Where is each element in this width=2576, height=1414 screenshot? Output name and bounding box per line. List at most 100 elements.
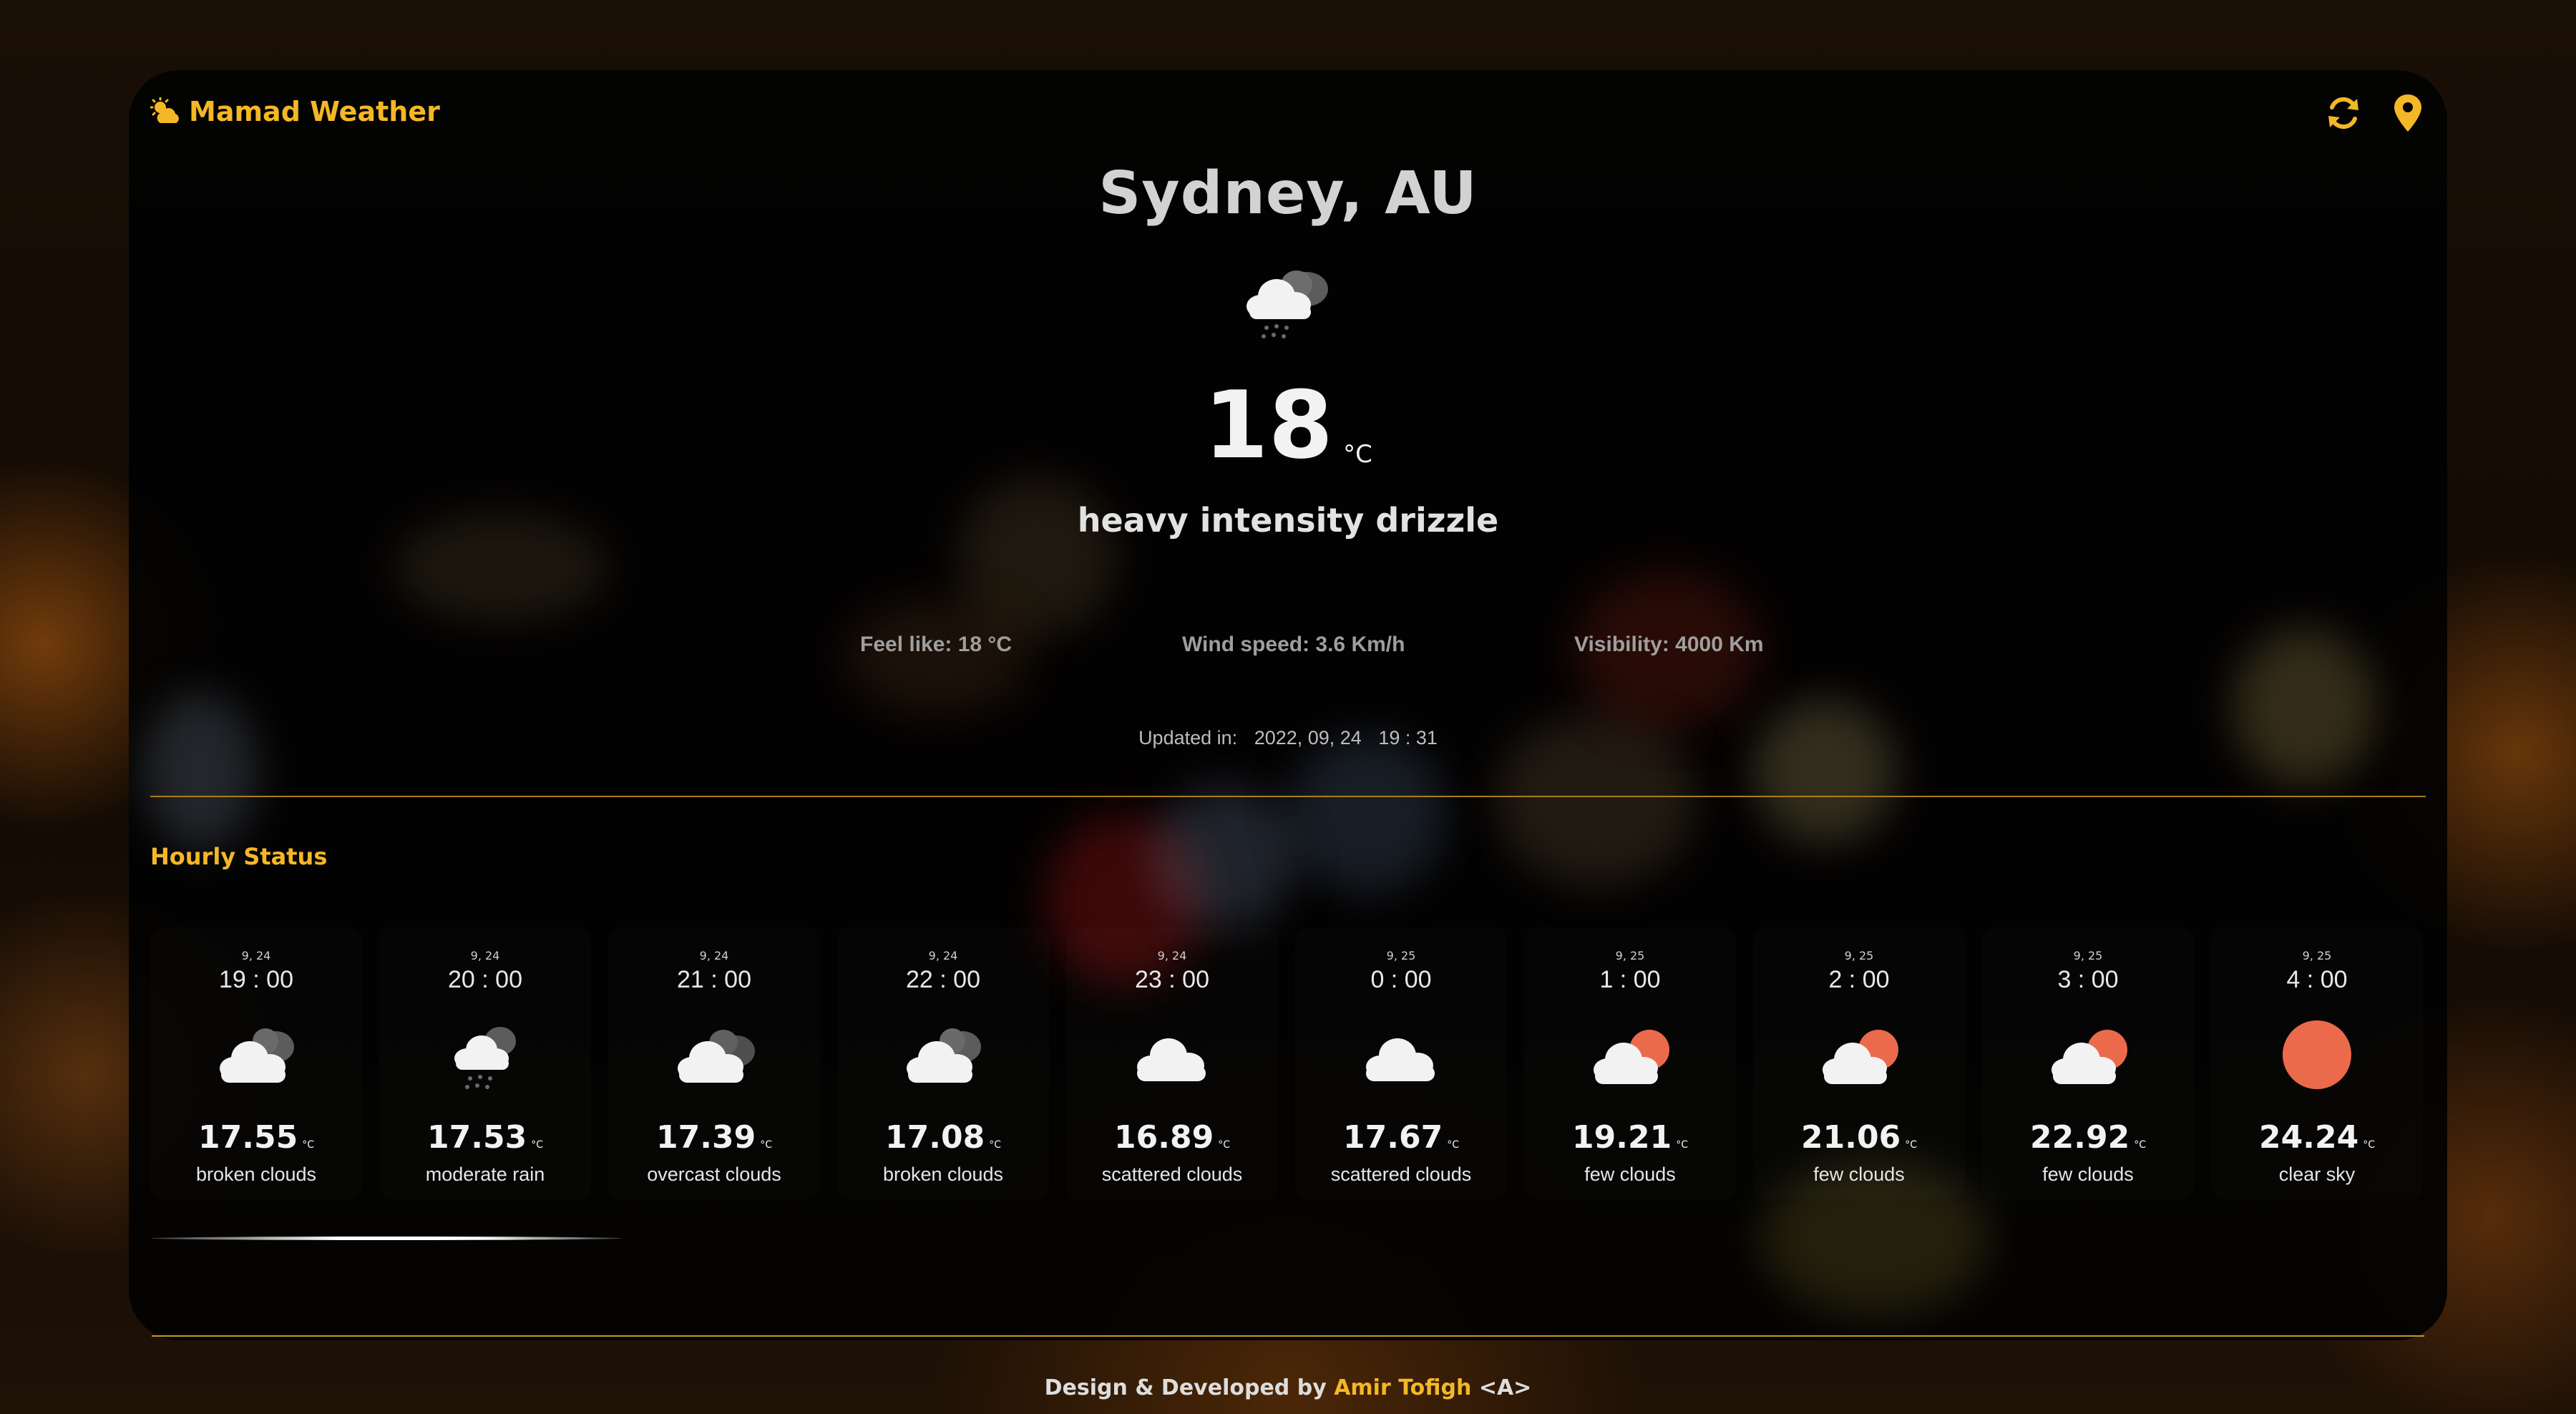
feel-like: Feel like: 18 °C	[860, 633, 1013, 656]
hourly-date: 9, 24	[1157, 949, 1187, 962]
hourly-description: scattered clouds	[1330, 1164, 1472, 1185]
hourly-card[interactable]: 9, 24 19 : 00 17.55 °C broken clouds	[150, 927, 362, 1199]
temperature-value: 18	[1204, 371, 1334, 479]
hourly-description: moderate rain	[425, 1164, 545, 1185]
hourly-description: few clouds	[1813, 1164, 1905, 1185]
hourly-time: 21 : 00	[677, 966, 751, 993]
location-pin-icon[interactable]	[2390, 93, 2426, 133]
hourly-time: 3 : 00	[2057, 966, 2119, 993]
hourly-temp-unit: °C	[2363, 1139, 2375, 1151]
divider	[150, 796, 2426, 797]
few-clouds-icon	[1823, 1030, 1898, 1084]
hourly-temp-unit: °C	[760, 1139, 772, 1151]
weather-card: Mamad Weather Sydney, AU 18 °C heavy inte…	[129, 70, 2447, 1340]
hourly-temperature: 17.08 °C	[837, 1119, 1049, 1156]
hourly-date: 9, 25	[1615, 949, 1645, 962]
few-clouds-icon	[2051, 1030, 2127, 1084]
hourly-date: 9, 25	[2073, 949, 2103, 962]
hourly-date: 9, 25	[1386, 949, 1416, 962]
hourly-time: 20 : 00	[448, 966, 522, 993]
hourly-description: scattered clouds	[1101, 1164, 1243, 1185]
updated-label: Updated in:	[1138, 727, 1238, 749]
hourly-card[interactable]: 9, 24 22 : 00 17.08 °C broken clouds	[837, 927, 1049, 1199]
hourly-card[interactable]: 9, 25 1 : 00 19.21 °C few clouds	[1524, 927, 1736, 1199]
hourly-description: broken clouds	[195, 1164, 317, 1185]
footer-prefix: Design & Developed by	[1044, 1375, 1327, 1400]
hourly-time: 19 : 00	[219, 966, 293, 993]
hourly-scrollbar[interactable]	[150, 1237, 623, 1240]
hourly-temp-value: 17.39	[656, 1119, 756, 1156]
hourly-date: 9, 24	[470, 949, 500, 962]
hourly-time: 23 : 00	[1135, 966, 1209, 993]
hourly-time: 22 : 00	[906, 966, 980, 993]
hourly-temp-value: 17.53	[427, 1119, 527, 1156]
hourly-description: broken clouds	[882, 1164, 1004, 1185]
hourly-temperature: 16.89 °C	[1066, 1119, 1278, 1156]
hourly-card[interactable]: 9, 25 4 : 00 24.24 °C clear sky	[2211, 927, 2423, 1199]
hourly-temp-value: 16.89	[1114, 1119, 1214, 1156]
hourly-temp-value: 19.21	[1572, 1119, 1672, 1156]
hourly-card[interactable]: 9, 25 2 : 00 21.06 °C few clouds	[1753, 927, 1965, 1199]
footer-divider	[152, 1335, 2424, 1337]
scattered-clouds-icon	[1366, 1038, 1435, 1081]
brand-name: Mamad Weather	[189, 96, 440, 127]
hourly-temp-value: 17.67	[1343, 1119, 1443, 1156]
hourly-temp-unit: °C	[302, 1139, 314, 1151]
rain-cloud-icon	[454, 1027, 516, 1089]
hourly-time: 1 : 00	[1599, 966, 1661, 993]
hourly-temp-unit: °C	[1218, 1139, 1230, 1151]
hourly-card[interactable]: 9, 25 0 : 00 17.67 °C scattered clouds	[1295, 927, 1507, 1199]
hourly-card[interactable]: 9, 24 23 : 00 16.89 °C scattered clouds	[1066, 927, 1278, 1199]
scattered-clouds-icon	[1137, 1038, 1206, 1081]
hourly-temp-value: 22.92	[2030, 1119, 2130, 1156]
hourly-card[interactable]: 9, 25 3 : 00 22.92 °C few clouds	[1982, 927, 2194, 1199]
hourly-card[interactable]: 9, 24 21 : 00 17.39 °C overcast clouds	[608, 927, 820, 1199]
hourly-temperature: 22.92 °C	[1982, 1119, 2194, 1156]
hourly-temperature: 24.24 °C	[2211, 1119, 2423, 1156]
hourly-temp-unit: °C	[989, 1139, 1001, 1151]
brand-logo[interactable]: Mamad Weather	[150, 96, 440, 127]
hourly-section-title: Hourly Status	[150, 843, 328, 870]
hourly-temp-value: 24.24	[2259, 1119, 2359, 1156]
hourly-description: few clouds	[2042, 1164, 2134, 1185]
hourly-temperature: 17.55 °C	[150, 1119, 362, 1156]
hourly-temp-unit: °C	[1676, 1139, 1688, 1151]
weather-description: heavy intensity drizzle	[1077, 501, 1499, 540]
hourly-date: 9, 24	[928, 949, 958, 962]
hourly-temp-unit: °C	[531, 1139, 543, 1151]
hourly-temperature: 17.53 °C	[379, 1119, 591, 1156]
hourly-date: 9, 24	[241, 949, 271, 962]
hourly-card[interactable]: 9, 24 20 : 00 17.53 °C moderate rain	[379, 927, 591, 1199]
hourly-temp-value: 17.08	[885, 1119, 985, 1156]
visibility: Visibility: 4000 Km	[1574, 633, 1764, 656]
sun-cloud-icon	[150, 97, 179, 123]
hourly-temp-value: 17.55	[198, 1119, 298, 1156]
hourly-temp-unit: °C	[1905, 1139, 1917, 1151]
author-link[interactable]: Amir Tofigh	[1334, 1375, 1471, 1400]
hourly-temperature: 17.67 °C	[1295, 1119, 1507, 1156]
hourly-date: 9, 25	[1844, 949, 1874, 962]
hourly-time: 2 : 00	[1828, 966, 1890, 993]
hourly-description: clear sky	[2278, 1164, 2356, 1185]
hourly-temperature: 19.21 °C	[1524, 1119, 1736, 1156]
updated-date: 2022, 09, 24	[1254, 727, 1362, 749]
clear-sky-icon	[2283, 1020, 2351, 1089]
temperature-unit: °C	[1343, 439, 1372, 469]
hourly-description: overcast clouds	[647, 1164, 781, 1185]
refresh-icon[interactable]	[2326, 93, 2361, 133]
hourly-temp-value: 21.06	[1801, 1119, 1901, 1156]
hourly-temperature: 21.06 °C	[1753, 1119, 1965, 1156]
hourly-date: 9, 24	[699, 949, 729, 962]
broken-clouds-icon	[907, 1028, 981, 1083]
broken-clouds-icon	[220, 1028, 294, 1083]
updated-time: 19 : 31	[1378, 727, 1438, 749]
updated-info: Updated in: 2022, 09, 24 19 : 31	[129, 727, 2447, 749]
few-clouds-icon	[1594, 1030, 1669, 1084]
wind-speed: Wind speed: 3.6 Km/h	[1182, 633, 1405, 656]
hourly-temp-unit: °C	[1447, 1139, 1459, 1151]
header-actions	[2326, 93, 2426, 133]
hourly-date: 9, 25	[2302, 949, 2332, 962]
footer: Design & Developed by Amir Tofigh <A>	[0, 1375, 2576, 1400]
city-name: Sydney, AU	[1098, 160, 1478, 228]
hourly-description: few clouds	[1584, 1164, 1676, 1185]
